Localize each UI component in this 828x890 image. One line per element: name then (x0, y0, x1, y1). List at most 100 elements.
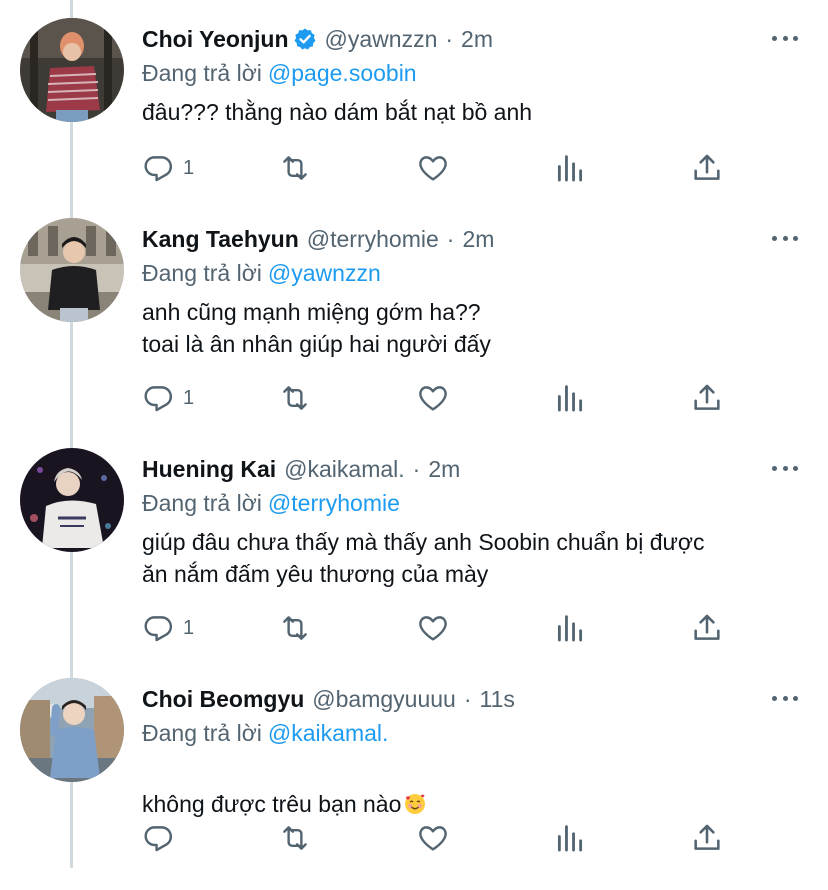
avatar[interactable] (20, 18, 124, 122)
retweet-icon (283, 156, 307, 180)
retweet-icon (283, 616, 307, 640)
retweet-icon (283, 386, 307, 410)
reply-count: 1 (183, 386, 195, 409)
action-bar (0, 820, 828, 856)
avatar-image (20, 218, 124, 322)
tweet[interactable]: Choi Yeonjun @yawnzzn · 2m Đang trả lời @… (0, 0, 828, 230)
display-name[interactable]: Choi Yeonjun (142, 24, 289, 54)
like-button[interactable] (416, 820, 450, 856)
tweet[interactable]: Choi Beomgyu @bamgyuuuu · 11s Đang trả l… (0, 660, 828, 890)
replying-to-label: Đang trả lời (142, 60, 262, 86)
analytics-icon (557, 615, 583, 642)
tweet-text: anh cũng mạnh miệng gớm ha?? toai là ân … (142, 299, 491, 357)
comment-icon (144, 156, 173, 182)
mention-link[interactable]: @kaikamal. (268, 720, 389, 746)
avatar-image (20, 448, 124, 552)
share-button[interactable] (690, 610, 724, 646)
more-dots-icon[interactable] (772, 688, 798, 708)
analytics-icon (557, 825, 583, 852)
heart-icon (419, 616, 447, 641)
replying-to: Đang trả lời @kaikamal. (142, 718, 388, 748)
action-bar: 1 (0, 610, 828, 646)
retweet-icon (283, 826, 307, 850)
display-name[interactable]: Choi Beomgyu (142, 684, 304, 714)
retweet-button[interactable] (278, 150, 312, 186)
analytics-button[interactable] (553, 820, 587, 856)
analytics-icon (557, 155, 583, 182)
avatar[interactable] (20, 218, 124, 322)
analytics-button[interactable] (553, 150, 587, 186)
replying-to: Đang trả lời @yawnzzn (142, 258, 381, 288)
mention-link[interactable]: @terryhomie (268, 490, 400, 516)
timestamp[interactable]: 2m (461, 24, 493, 54)
reply-button[interactable]: 1 (141, 380, 194, 416)
handle[interactable]: @kaikamal. (284, 454, 405, 484)
separator-dot: · (463, 686, 472, 712)
replying-to-label: Đang trả lời (142, 260, 262, 286)
retweet-button[interactable] (278, 820, 312, 856)
handle[interactable]: @bamgyuuuu (312, 684, 456, 714)
more-dots-icon[interactable] (772, 28, 798, 48)
analytics-button[interactable] (553, 610, 587, 646)
reply-count: 1 (183, 156, 195, 179)
heart-icon (419, 386, 447, 411)
separator-dot: · (445, 26, 454, 52)
retweet-button[interactable] (278, 380, 312, 416)
reply-button[interactable]: 1 (141, 610, 194, 646)
verified-badge-icon (293, 27, 317, 51)
avatar[interactable] (20, 448, 124, 552)
tweet-text: không được trêu bạn nào (142, 791, 402, 817)
reply-button[interactable]: 1 (141, 150, 194, 186)
timestamp[interactable]: 2m (462, 224, 494, 254)
timestamp[interactable]: 2m (428, 454, 460, 484)
mention-link[interactable]: @page.soobin (268, 60, 417, 86)
comment-icon (144, 826, 173, 852)
comment-icon (144, 386, 173, 412)
comment-icon (144, 616, 173, 642)
more-dots-icon[interactable] (772, 228, 798, 248)
heart-icon (419, 156, 447, 181)
like-button[interactable] (416, 380, 450, 416)
display-name[interactable]: Kang Taehyun (142, 224, 299, 254)
tweet-header: Huening Kai @kaikamal. · 2m (142, 454, 460, 484)
analytics-button[interactable] (553, 380, 587, 416)
mention-link[interactable]: @yawnzzn (268, 260, 381, 286)
tweet-text: đâu??? thằng nào dám bắt nạt bồ anh (142, 99, 533, 125)
tweet-header: Kang Taehyun @terryhomie · 2m (142, 224, 494, 254)
handle[interactable]: @terryhomie (307, 224, 439, 254)
share-icon (694, 384, 720, 410)
action-bar: 1 (0, 380, 828, 416)
smiling-face-with-hearts-icon (403, 792, 427, 816)
tweet-text: giúp đâu chưa thấy mà thấy anh Soobin ch… (142, 529, 705, 587)
replying-to-label: Đang trả lời (142, 720, 262, 746)
tweet-text-container: không được trêu bạn nào (142, 756, 782, 820)
like-button[interactable] (416, 150, 450, 186)
like-button[interactable] (416, 610, 450, 646)
handle[interactable]: @yawnzzn (325, 24, 438, 54)
tweet[interactable]: Huening Kai @kaikamal. · 2m Đang trả lời… (0, 430, 828, 660)
tweet-header: Choi Beomgyu @bamgyuuuu · 11s (142, 684, 515, 714)
tweet[interactable]: Kang Taehyun @terryhomie · 2m Đang trả l… (0, 200, 828, 430)
separator-dot: · (412, 456, 421, 482)
share-button[interactable] (690, 820, 724, 856)
reply-button[interactable] (141, 820, 183, 856)
tweet-header: Choi Yeonjun @yawnzzn · 2m (142, 24, 493, 54)
avatar[interactable] (20, 678, 124, 782)
display-name[interactable]: Huening Kai (142, 454, 276, 484)
timestamp[interactable]: 11s (480, 684, 515, 714)
more-dots-icon[interactable] (772, 458, 798, 478)
avatar-image (20, 18, 124, 122)
share-icon (694, 614, 720, 640)
replying-to: Đang trả lời @terryhomie (142, 488, 400, 518)
analytics-icon (557, 385, 583, 412)
reply-count: 1 (183, 616, 195, 639)
share-button[interactable] (690, 150, 724, 186)
share-icon (694, 824, 720, 850)
retweet-button[interactable] (278, 610, 312, 646)
replying-to: Đang trả lời @page.soobin (142, 58, 417, 88)
avatar-image (20, 678, 124, 782)
separator-dot: · (446, 226, 455, 252)
action-bar: 1 (0, 150, 828, 186)
replying-to-label: Đang trả lời (142, 490, 262, 516)
share-button[interactable] (690, 380, 724, 416)
